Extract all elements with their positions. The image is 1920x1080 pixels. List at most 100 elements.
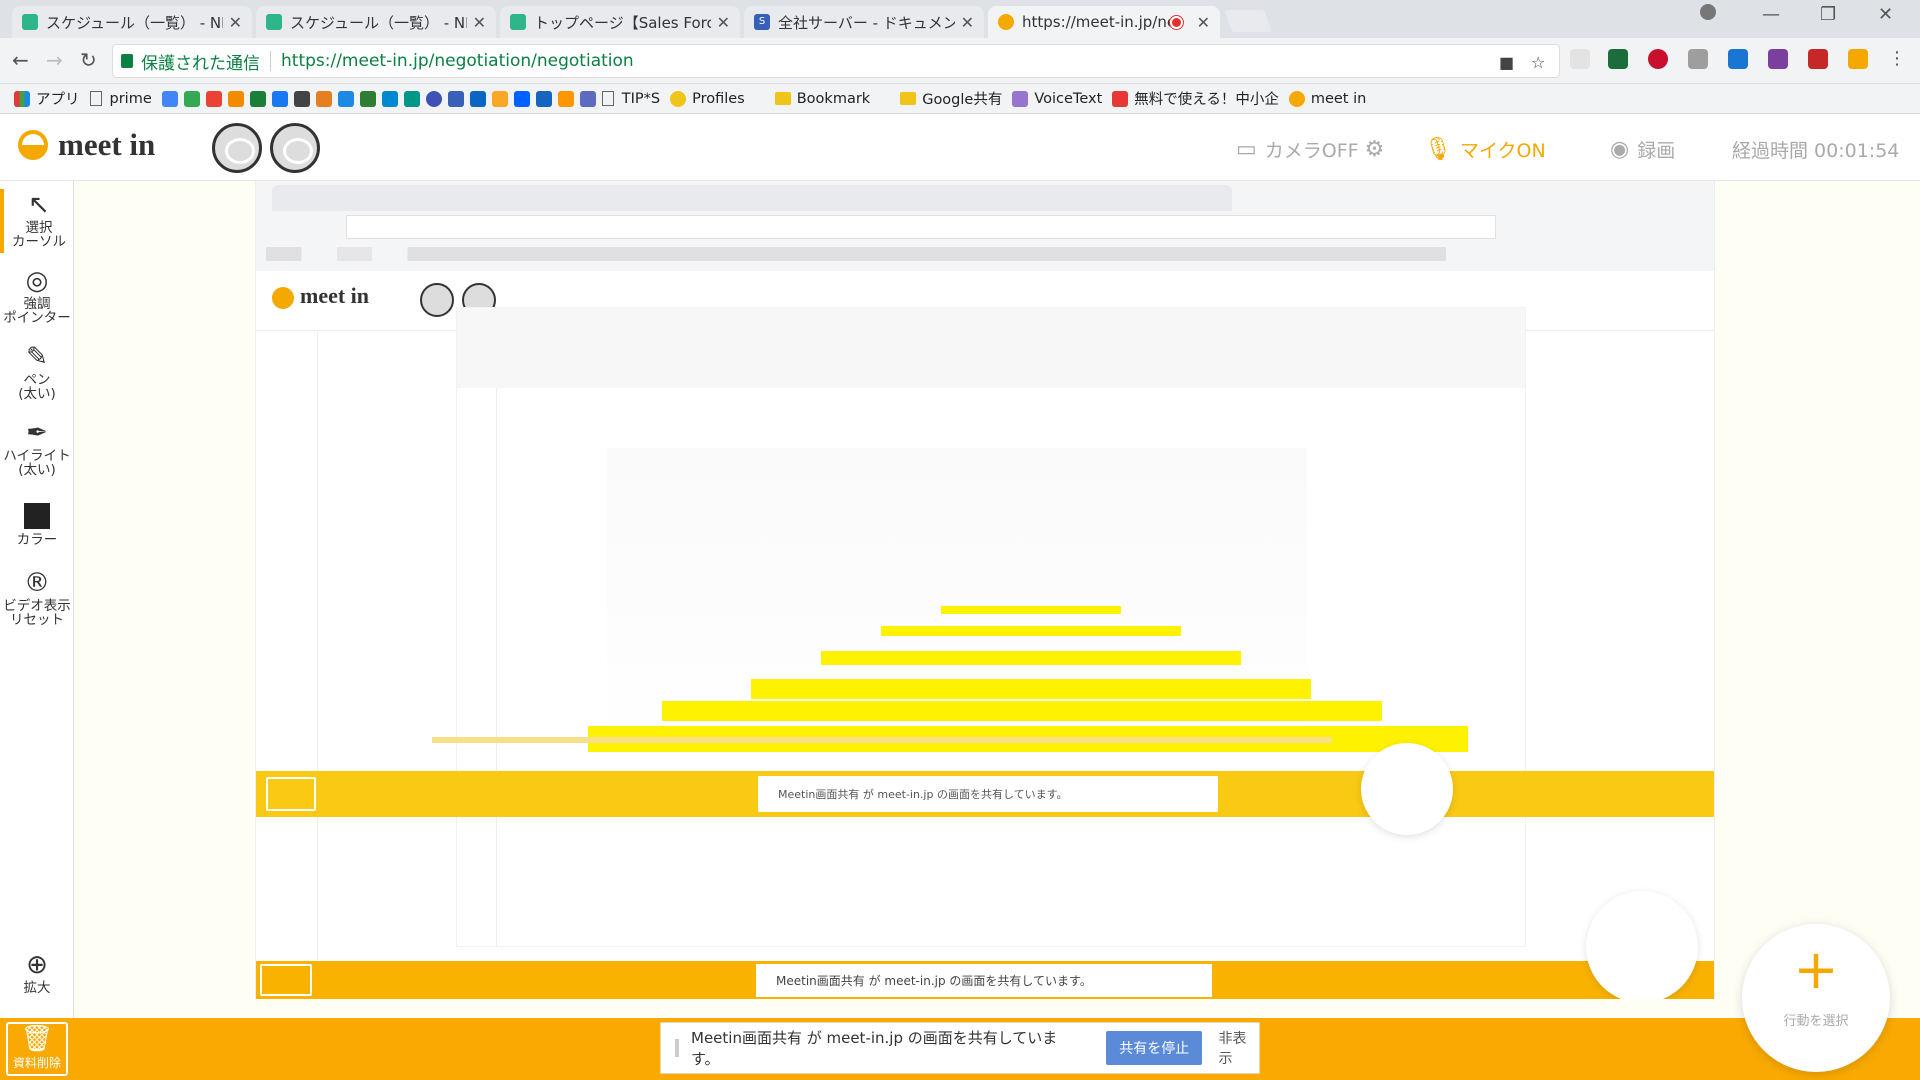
record-button[interactable]: ◉ 録画 (1610, 136, 1675, 163)
profile-icon[interactable] (1700, 4, 1716, 20)
browser-tab[interactable]: トップページ【Sales Force A ✕ (500, 6, 740, 38)
close-window-icon[interactable]: ✕ (1878, 4, 1893, 25)
s-favicon-icon: S (754, 14, 770, 30)
bookmark-apps[interactable]: アプリ (14, 88, 80, 109)
bookmark-icon[interactable] (293, 90, 310, 107)
browser-tab[interactable]: S 全社サーバー - ドキュメント - ✕ (744, 6, 984, 38)
adblock-icon[interactable] (1648, 49, 1668, 69)
participant-avatar[interactable] (270, 123, 320, 173)
bookmark-voicetext[interactable]: VoiceText (1012, 90, 1102, 107)
bookmark-meetin[interactable]: meet in (1288, 90, 1366, 107)
camera-toggle[interactable]: ▭ カメラOFF ⚙ (1236, 136, 1392, 163)
bookmark-tips[interactable]: TIP*S (601, 91, 660, 107)
pen-tool[interactable]: ✎ ペン (太い) (0, 341, 74, 401)
drag-handle-icon[interactable] (675, 1039, 679, 1057)
restore-icon[interactable]: ❐ (1820, 4, 1836, 25)
nested-share-notice: Meetin画面共有 が meet-in.jp の画面を共有しています。 (756, 964, 1212, 997)
delete-material-button[interactable]: 🗑 資料削除 (6, 1022, 68, 1076)
bookmark-icon[interactable] (359, 90, 376, 107)
bookmark-profiles[interactable]: Profiles (670, 90, 745, 107)
hide-notice-button[interactable]: 非表示 (1218, 1028, 1259, 1068)
secure-label: 保護された通信 (141, 53, 260, 74)
color-tool[interactable]: カラー (0, 499, 74, 547)
stop-share-button[interactable]: 共有を停止 (1105, 1031, 1203, 1065)
browser-tab[interactable]: スケジュール（一覧） - NI ✕ (12, 6, 252, 38)
zoom-in-icon: ⊕ (26, 950, 48, 980)
bookmark-folder[interactable]: Bookmark (774, 91, 870, 107)
omnibox[interactable]: 保護された通信 https://meet-in.jp/negotiation/n… (112, 44, 1560, 78)
pointer-tool[interactable]: ◎ 強調 ポインター (0, 265, 74, 325)
bookmark-icon[interactable] (403, 90, 420, 107)
w-icon[interactable] (227, 90, 244, 107)
participant-avatar[interactable] (212, 123, 262, 173)
cloud-icon[interactable] (469, 90, 486, 107)
close-tab-icon[interactable]: ✕ (473, 13, 486, 32)
nested-level-2-chrome (457, 308, 1525, 388)
close-tab-icon[interactable]: ✕ (961, 13, 974, 32)
menu-kebab-icon[interactable]: ⋮ (1888, 49, 1906, 69)
action-select-button[interactable]: + 行動を選択 (1742, 924, 1890, 1072)
browser-tab[interactable]: スケジュール（一覧） - NI ✕ (256, 6, 496, 38)
seo-icon[interactable] (557, 90, 574, 107)
extension-icon[interactable] (1848, 49, 1868, 69)
s-icon[interactable] (447, 90, 464, 107)
star-icon[interactable]: ☆ (1531, 53, 1545, 72)
meetin-favicon-icon (998, 14, 1014, 30)
video-camera-icon: ▭ (1236, 137, 1257, 162)
nested-brand: meet in (300, 283, 370, 308)
onenote-icon[interactable] (1768, 49, 1788, 69)
meetin-logo-icon (18, 130, 48, 160)
meetin-logo[interactable]: meet in (18, 127, 155, 163)
close-tab-icon[interactable]: ✕ (717, 13, 730, 32)
bookmark-prime[interactable]: prime (89, 91, 152, 107)
extension-icon[interactable] (1808, 49, 1828, 69)
close-tab-icon[interactable]: ✕ (229, 13, 242, 32)
nested-share-notice: Meetin画面共有 が meet-in.jp の画面を共有しています。 (758, 776, 1218, 812)
camera-ext-icon[interactable] (1688, 49, 1708, 69)
extension-icon[interactable] (1728, 49, 1748, 69)
profiles-icon (670, 90, 687, 107)
back-icon[interactable]: ← (12, 48, 29, 72)
url-text[interactable]: https://meet-in.jp/negotiation/negotiati… (281, 51, 634, 71)
dropbox-icon[interactable] (513, 90, 530, 107)
reset-r-icon: ® (24, 568, 50, 598)
forward-icon[interactable]: → (46, 48, 63, 72)
extension-icon[interactable] (1608, 49, 1628, 69)
camera-icon[interactable]: ■ (1499, 53, 1514, 72)
video-reset-tool[interactable]: ® ビデオ表示 リセット (0, 567, 74, 627)
plus-icon: + (1793, 938, 1839, 1001)
gmail-icon[interactable] (205, 90, 222, 107)
bookmark-folder-google[interactable]: Google共有 (900, 88, 1002, 109)
bookmark-muryou[interactable]: 無料で使える！中小企 (1112, 88, 1279, 109)
nested-bottom-bar (662, 701, 1382, 721)
jin-icon[interactable] (315, 90, 332, 107)
close-tab-icon[interactable]: ✕ (1197, 13, 1210, 32)
shared-screen-capture: meet in Meetin画面共有 が meet-in.jp の画面を共有して… (255, 181, 1715, 999)
minimize-icon[interactable]: — (1762, 4, 1780, 25)
reload-icon[interactable]: ↻ (80, 48, 97, 72)
google-icon[interactable] (161, 90, 178, 107)
pen-icon: ✎ (26, 342, 48, 372)
bookmark-icon[interactable] (579, 90, 596, 107)
new-tab-button[interactable] (1223, 10, 1273, 32)
browser-tab-active[interactable]: https://meet-in.jp/ne ✕ (988, 6, 1220, 38)
bookmark-icon[interactable] (381, 90, 398, 107)
zoom-tool[interactable]: ⊕ 拡大 (0, 949, 74, 995)
bookmark-icon[interactable] (337, 90, 354, 107)
analytics-icon[interactable] (491, 90, 508, 107)
mf-icon[interactable] (425, 90, 442, 107)
gear-icon[interactable]: ⚙ (1365, 137, 1385, 162)
nested-trash-icon (260, 964, 312, 996)
maps-icon[interactable] (183, 90, 200, 107)
highlight-tool[interactable]: ✒ ハイライト (太い) (0, 417, 74, 477)
mic-toggle[interactable]: 🎙 マイクON (1424, 136, 1546, 163)
nested-bottom-bar (881, 626, 1181, 636)
folder-icon (774, 92, 791, 105)
n-icon[interactable] (249, 90, 266, 107)
extension-icon[interactable] (1570, 49, 1590, 69)
color-swatch-icon (24, 503, 50, 529)
brand-name: meet in (58, 127, 156, 162)
facebook-icon[interactable] (271, 90, 288, 107)
select-cursor-tool[interactable]: ↖ 選択 カーソル (0, 189, 74, 253)
bookmark-icon[interactable] (535, 90, 552, 107)
